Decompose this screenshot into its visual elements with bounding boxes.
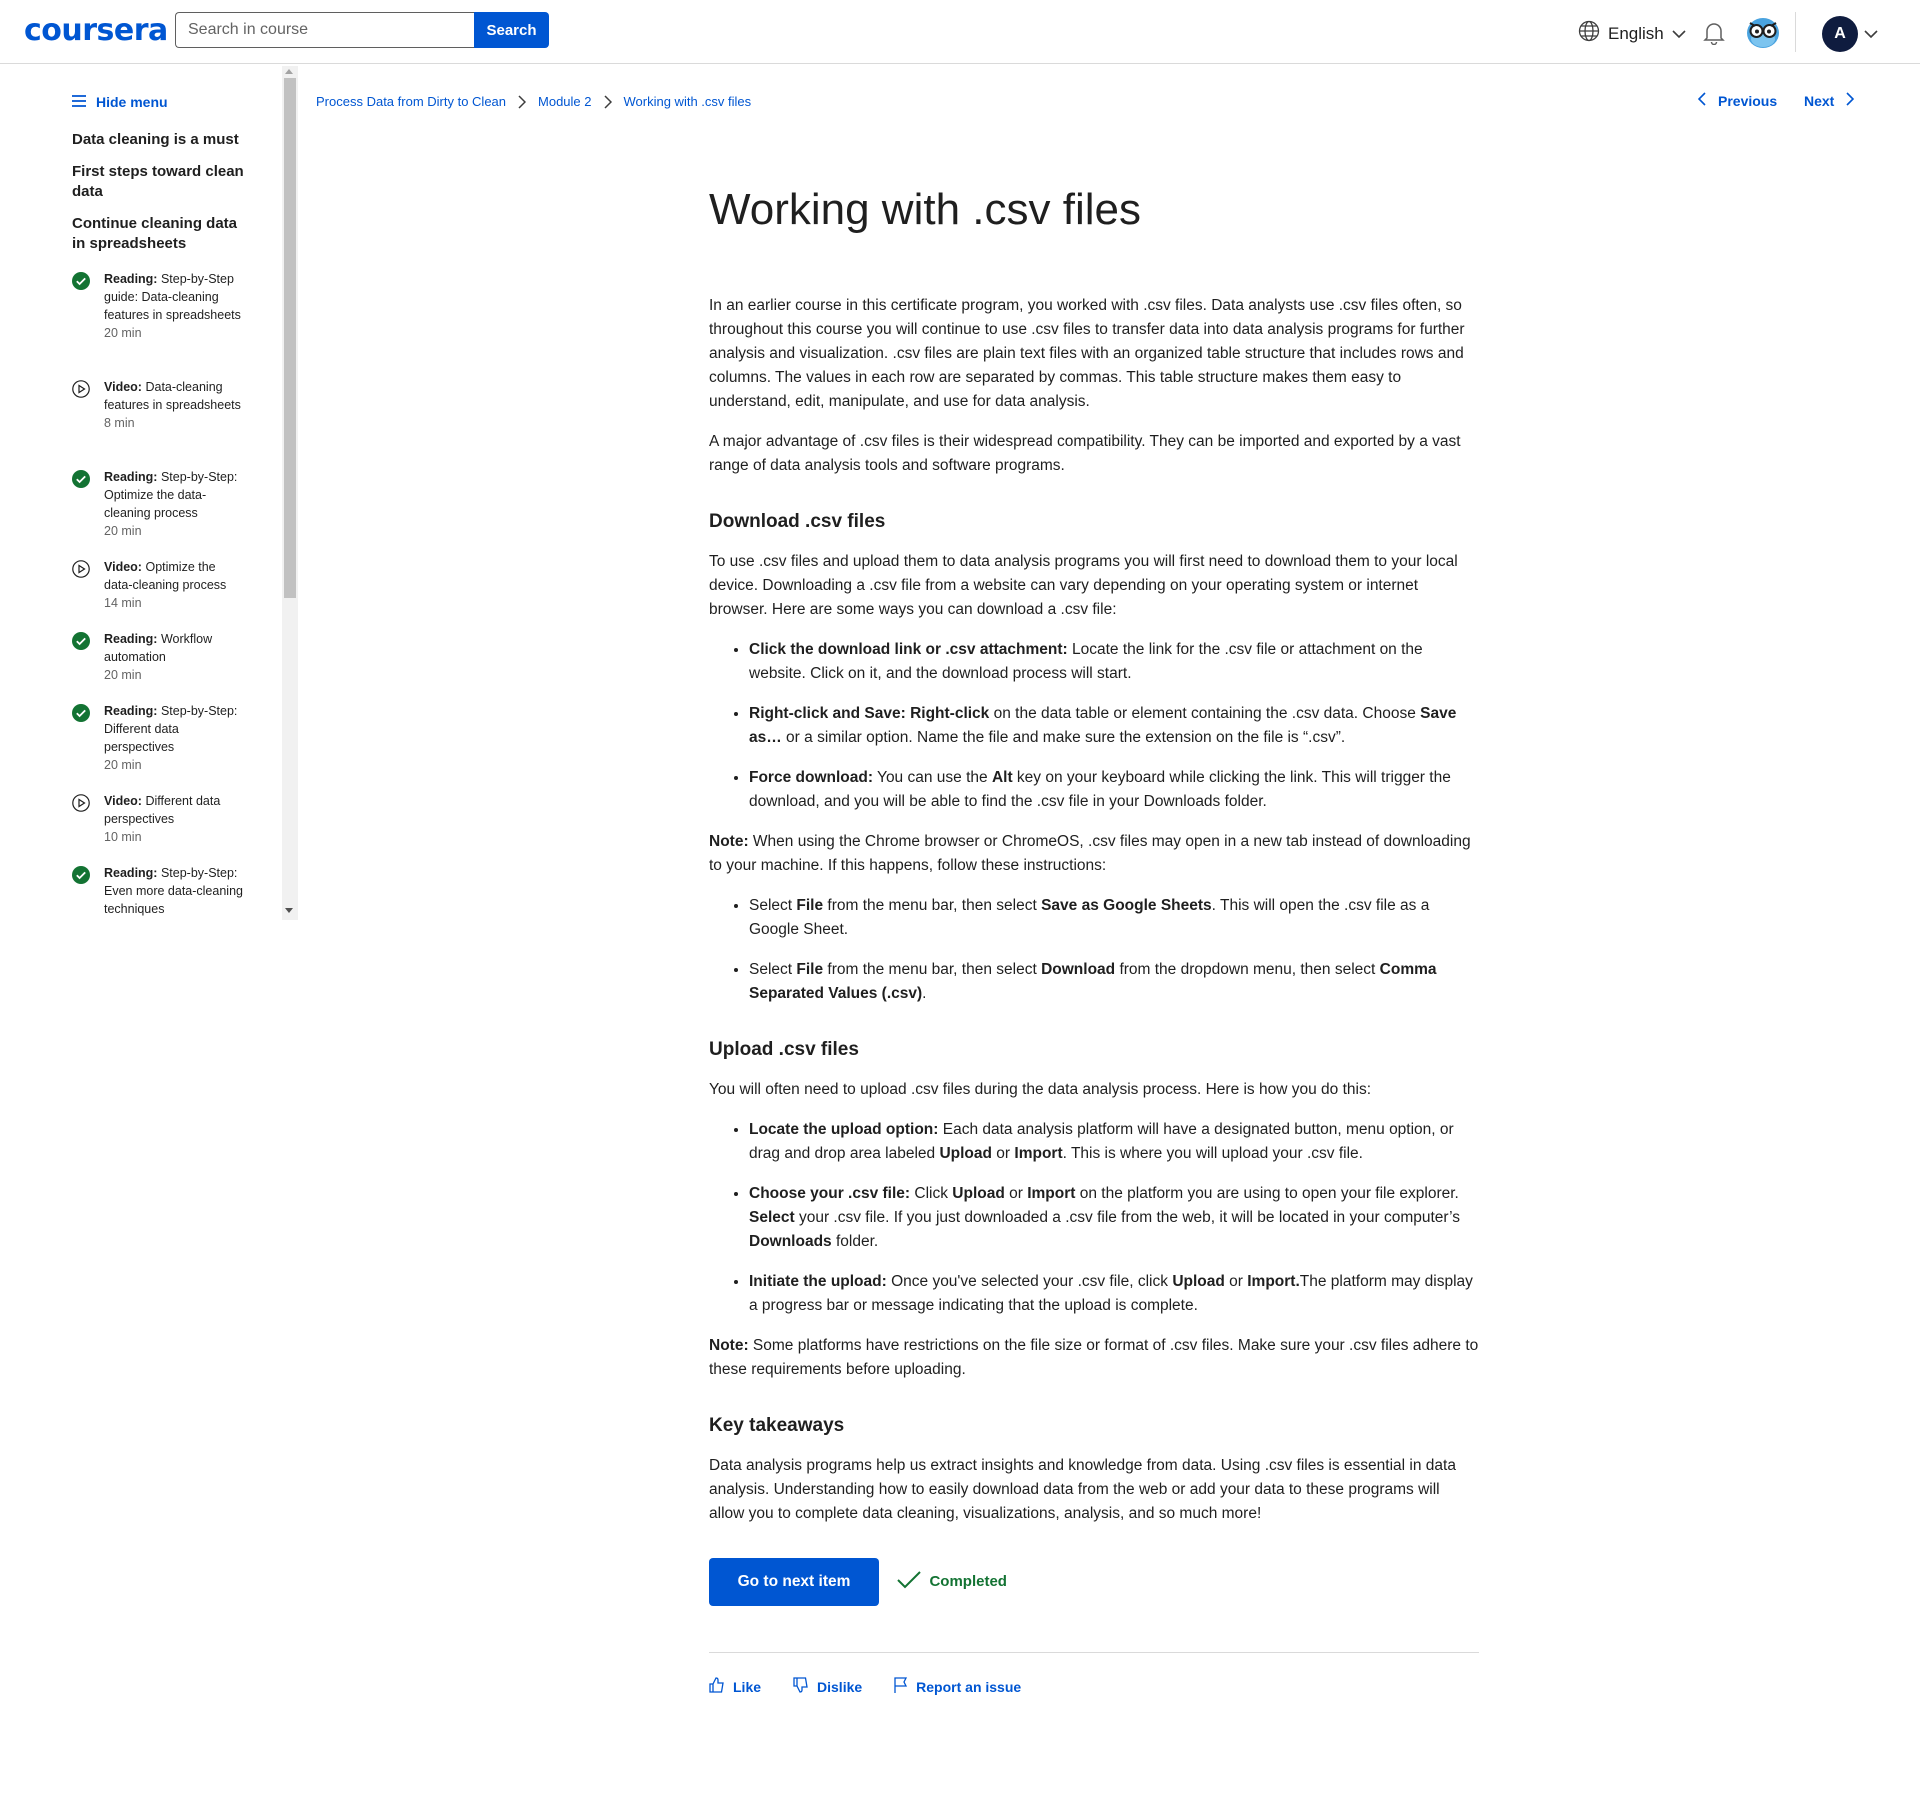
- sidebar-item-text: Video: Data-cleaning features in spreads…: [104, 380, 241, 430]
- hide-menu-button[interactable]: Hide menu: [72, 94, 168, 110]
- sidebar-item-text: Reading: Step-by-Step: Even more data-cl…: [104, 866, 243, 916]
- chevron-right-icon: [603, 94, 612, 109]
- upload-note: Note: Some platforms have restrictions o…: [709, 1337, 1479, 1378]
- completion-row: Go to next item Completed: [709, 1558, 1479, 1606]
- dislike-button[interactable]: Dislike: [793, 1677, 862, 1696]
- thumbs-down-icon: [793, 1677, 809, 1696]
- download-methods-list: Click the download link or .csv attachme…: [709, 638, 1479, 814]
- notifications-bell-icon[interactable]: [1703, 21, 1725, 50]
- account-chevron-down-icon[interactable]: [1864, 26, 1878, 44]
- breadcrumb-course[interactable]: Process Data from Dirty to Clean: [316, 94, 506, 109]
- list-item: Force download: You can use the Alt key …: [749, 766, 1479, 814]
- sidebar-item-text: Reading: Step-by-Step guide: Data-cleani…: [104, 272, 241, 340]
- feedback-bar: Like Dislike Report an issue: [709, 1677, 1479, 1696]
- user-avatar[interactable]: A: [1822, 16, 1858, 52]
- scroll-up-arrow-icon[interactable]: [285, 69, 293, 74]
- intro-paragraph-1: In an earlier course in this certificate…: [709, 297, 1465, 410]
- chevron-left-icon: [1697, 92, 1706, 109]
- breadcrumb-module[interactable]: Module 2: [538, 94, 591, 109]
- completed-check-icon: [72, 704, 90, 727]
- completed-check-icon: [72, 632, 90, 655]
- sidebar-scrollbar-thumb[interactable]: [284, 78, 296, 598]
- sidebar-item-text: Reading: Workflow automation 20 min: [104, 632, 213, 682]
- like-button[interactable]: Like: [709, 1677, 761, 1696]
- completed-check-icon: [72, 470, 90, 493]
- sidebar-item-text: Reading: Step-by-Step: Optimize the data…: [104, 470, 238, 538]
- next-button[interactable]: Next: [1804, 92, 1855, 109]
- language-label: English: [1608, 23, 1664, 43]
- upload-heading: Upload .csv files: [709, 1039, 859, 1060]
- chevron-right-icon: [1846, 92, 1855, 109]
- go-to-next-item-button[interactable]: Go to next item: [709, 1558, 879, 1606]
- completed-label: Completed: [929, 1573, 1007, 1591]
- breadcrumb-current-item[interactable]: Working with .csv files: [624, 94, 752, 109]
- reading-content: Working with .csv files In an earlier co…: [709, 180, 1479, 1696]
- sidebar-section-first-steps[interactable]: First steps toward clean data: [72, 162, 252, 202]
- sidebar-section-data-cleaning-is-a-must[interactable]: Data cleaning is a must: [72, 130, 252, 150]
- video-play-icon: [72, 794, 90, 817]
- intro-paragraph-2: A major advantage of .csv files is their…: [709, 433, 1461, 474]
- language-selector[interactable]: English: [1578, 20, 1686, 47]
- video-play-icon: [72, 380, 90, 403]
- previous-label: Previous: [1718, 92, 1778, 109]
- flag-icon: [894, 1677, 908, 1696]
- video-play-icon: [72, 560, 90, 583]
- top-navigation-bar: coursera Search English A: [0, 0, 1920, 64]
- hamburger-menu-icon: [72, 94, 86, 110]
- previous-button[interactable]: Previous: [1697, 92, 1778, 109]
- download-heading: Download .csv files: [709, 511, 886, 532]
- breadcrumb: Process Data from Dirty to Clean Module …: [316, 94, 751, 109]
- checkmark-icon: [897, 1570, 922, 1594]
- completed-status: Completed: [897, 1570, 1007, 1594]
- scroll-down-arrow-icon[interactable]: [285, 908, 293, 913]
- sidebar-section-continue-cleaning[interactable]: Continue cleaning data in spreadsheets: [72, 214, 252, 254]
- list-item: Click the download link or .csv attachme…: [749, 638, 1479, 686]
- coach-robot-icon[interactable]: [1746, 17, 1780, 54]
- sidebar-item-text: Reading: Step-by-Step: Different data pe…: [104, 704, 238, 772]
- course-search-input[interactable]: [175, 12, 475, 48]
- search-button[interactable]: Search: [474, 12, 549, 48]
- list-item: Initiate the upload: Once you've selecte…: [749, 1270, 1479, 1318]
- list-item: Select File from the menu bar, then sele…: [749, 958, 1479, 1006]
- report-issue-label: Report an issue: [916, 1678, 1022, 1695]
- header-divider: [1795, 12, 1796, 52]
- download-intro: To use .csv files and upload them to dat…: [709, 553, 1458, 618]
- chevron-right-icon: [518, 94, 527, 109]
- page-title: Working with .csv files: [709, 185, 1141, 234]
- report-issue-button[interactable]: Report an issue: [894, 1677, 1021, 1696]
- upload-intro: You will often need to upload .csv files…: [709, 1081, 1372, 1098]
- sidebar-item-reading-even-more-techniques[interactable]: Reading: Step-by-Step: Even more data-cl…: [72, 864, 252, 918]
- like-label: Like: [733, 1678, 762, 1695]
- list-item: Choose your .csv file: Click Upload or I…: [749, 1182, 1479, 1254]
- hide-menu-label: Hide menu: [96, 94, 168, 110]
- chrome-note: Note: When using the Chrome browser or C…: [709, 833, 1471, 874]
- coursera-logo[interactable]: coursera: [24, 13, 168, 48]
- list-item: Select File from the menu bar, then sele…: [749, 894, 1479, 942]
- sidebar-item-text: Video: Optimize the data-cleaning proces…: [104, 560, 227, 610]
- completed-check-icon: [72, 866, 90, 889]
- key-takeaways-heading: Key takeaways: [709, 1415, 845, 1436]
- upload-steps-list: Locate the upload option: Each data anal…: [709, 1118, 1479, 1318]
- thumbs-up-icon: [709, 1677, 725, 1696]
- dislike-label: Dislike: [817, 1678, 863, 1695]
- list-item: Right-click and Save: Right-click on the…: [749, 702, 1479, 750]
- feedback-divider: [709, 1652, 1479, 1653]
- sidebar-item-text: Video: Different data perspectives 10 mi…: [104, 794, 221, 844]
- chrome-steps-list: Select File from the menu bar, then sele…: [709, 894, 1479, 1006]
- key-takeaways-text: Data analysis programs help us extract i…: [709, 1457, 1456, 1522]
- completed-check-icon: [72, 272, 90, 295]
- list-item: Locate the upload option: Each data anal…: [749, 1118, 1479, 1166]
- chevron-down-icon: [1672, 24, 1686, 44]
- course-sidebar: Hide menu Data cleaning is a must First …: [0, 64, 300, 920]
- globe-icon: [1578, 20, 1600, 47]
- next-label: Next: [1804, 92, 1835, 109]
